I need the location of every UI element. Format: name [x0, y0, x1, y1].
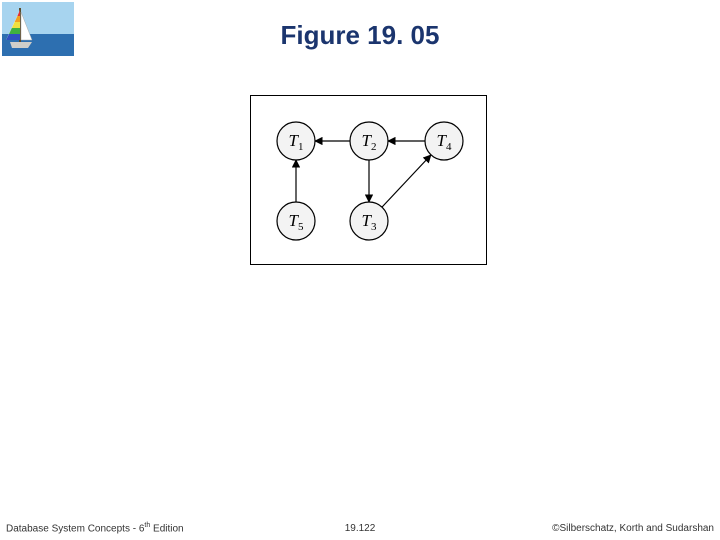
node-t2: T2 [350, 122, 388, 160]
node-t3: T3 [350, 202, 388, 240]
node-t4: T4 [425, 122, 463, 160]
figure-title: Figure 19. 05 [0, 20, 720, 51]
node-t5: T5 [277, 202, 315, 240]
precedence-graph: T1 T2 T4 T5 T3 [250, 95, 487, 265]
footer-copyright: ©Silberschatz, Korth and Sudarshan [552, 523, 714, 534]
edge-t3-t4 [382, 155, 431, 207]
node-t1: T1 [277, 122, 315, 160]
